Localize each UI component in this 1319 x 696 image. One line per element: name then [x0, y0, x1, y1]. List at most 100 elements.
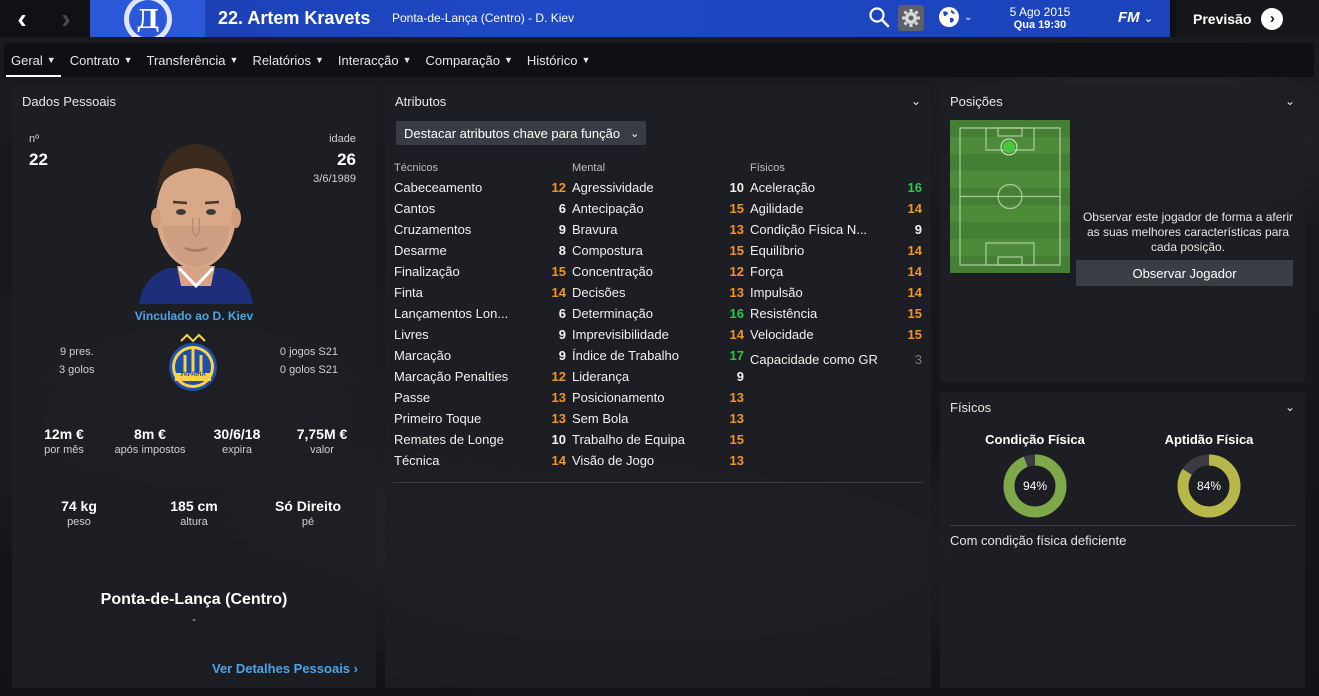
contract-expiry-stat: 30/6/18 expira — [192, 426, 282, 456]
search-icon[interactable] — [868, 6, 890, 31]
attribute-name: Condição Física N... — [750, 222, 868, 237]
chevron-down-icon: ⌄ — [1143, 13, 1154, 25]
stat-value: 7,75M € — [296, 426, 348, 442]
chevron-down-icon[interactable]: ⌄ — [1285, 400, 1295, 414]
attribute-name: Imprevisibilidade — [572, 327, 669, 342]
attribute-row[interactable]: Resistência 15 — [750, 303, 922, 324]
observe-text: Observar este jogador de forma a aferir … — [1082, 210, 1294, 254]
globe-menu[interactable]: ⌄ — [938, 6, 972, 28]
settings-gear-icon[interactable] — [898, 5, 924, 31]
attribute-row[interactable]: Sem Bola 13 — [572, 408, 744, 429]
attribute-row[interactable]: Livres 9 — [394, 324, 566, 345]
attributes-panel: Atributos ⌄ Destacar atributos chave par… — [385, 86, 931, 688]
attribute-value: 3 — [914, 352, 922, 367]
attribute-value: 9 — [558, 348, 566, 363]
preview-button[interactable]: Previsão › — [1176, 0, 1319, 37]
stat-value: 8m € — [134, 426, 166, 442]
attribute-row[interactable]: Impulsão 14 — [750, 282, 922, 303]
attribute-row[interactable]: Posicionamento 13 — [572, 387, 744, 408]
attribute-value: 12 — [551, 369, 566, 384]
fm-menu[interactable]: FM ⌄ — [1118, 9, 1153, 26]
tab-transferencia[interactable]: Transferência ▼ — [140, 43, 246, 77]
attribute-row[interactable]: Compostura 15 — [572, 240, 744, 261]
highlight-role-dropdown[interactable]: Destacar atributos chave para função ⌄ — [396, 121, 646, 145]
personal-details-link[interactable]: Ver Detalhes Pessoais › — [212, 661, 358, 676]
attribute-row[interactable]: Aceleração 16 — [750, 177, 922, 198]
tab-geral[interactable]: Geral ▼ — [4, 43, 63, 77]
observe-player-button[interactable]: Observar Jogador — [1076, 260, 1293, 286]
linked-club-link[interactable]: Vinculado ao D. Kiev — [12, 309, 376, 323]
attribute-row[interactable]: Técnica 14 — [394, 450, 566, 471]
attribute-row[interactable]: Decisões 13 — [572, 282, 744, 303]
positions-panel: Posições ⌄ Observar este jogador de form… — [940, 86, 1305, 382]
attribute-row[interactable]: Finta 14 — [394, 282, 566, 303]
attribute-row[interactable]: Remates de Longe 10 — [394, 429, 566, 450]
attribute-row[interactable]: Trabalho de Equipa 15 — [572, 429, 744, 450]
attribute-row[interactable]: Concentração 12 — [572, 261, 744, 282]
attribute-row[interactable]: Agressividade 10 — [572, 177, 744, 198]
attribute-value: 13 — [729, 453, 744, 468]
club-crest[interactable]: Д — [90, 0, 205, 37]
attribute-name: Velocidade — [750, 327, 814, 342]
tab-label: Transferência — [146, 52, 226, 68]
game-date[interactable]: 5 Ago 2015 Qua 19:30 — [990, 5, 1090, 31]
back-arrow-icon[interactable]: ‹ — [0, 0, 44, 37]
attribute-row[interactable]: Bravura 13 — [572, 219, 744, 240]
attribute-row[interactable]: Índice de Trabalho 17 — [572, 345, 744, 366]
attribute-row[interactable]: Liderança 9 — [572, 366, 744, 387]
attribute-row[interactable]: Cruzamentos 9 — [394, 219, 566, 240]
attribute-row[interactable]: Primeiro Toque 13 — [394, 408, 566, 429]
chevron-down-icon: ▼ — [314, 55, 324, 65]
attribute-name: Cruzamentos — [394, 222, 472, 237]
attribute-row[interactable]: Marcação Penalties 12 — [394, 366, 566, 387]
tab-comparacao[interactable]: Comparação ▼ — [419, 43, 520, 77]
attribute-row[interactable]: Lançamentos Lon... 6 — [394, 303, 566, 324]
attribute-row[interactable]: Força 14 — [750, 261, 922, 282]
attribute-row[interactable]: Condição Física N... 9 — [750, 219, 922, 240]
attribute-value: 12 — [729, 264, 744, 279]
attribute-value: 15 — [729, 201, 744, 216]
weight-stat: 74 kg peso — [34, 498, 124, 528]
attribute-row[interactable]: Cantos 6 — [394, 198, 566, 219]
attribute-row[interactable]: Agilidade 14 — [750, 198, 922, 219]
gauge-value: 84% — [1196, 479, 1222, 493]
player-subtitle: Ponta-de-Lança (Centro) - D. Kiev — [392, 11, 575, 25]
stat-label: após impostos — [114, 444, 186, 456]
attribute-value: 15 — [729, 243, 744, 258]
attribute-row[interactable]: Desarme 8 — [394, 240, 566, 261]
chevron-down-icon[interactable]: ⌄ — [911, 94, 921, 108]
attribute-row[interactable]: Imprevisibilidade 14 — [572, 324, 744, 345]
player-position: Ponta-de-Lança (Centro) — [100, 591, 288, 608]
attribute-value: 14 — [551, 453, 566, 468]
condition-gauge-block: Condição Física 94% — [965, 432, 1105, 519]
attribute-row[interactable]: Cabeceamento 12 — [394, 177, 566, 198]
chevron-down-icon: ⌄ — [630, 127, 640, 140]
attribute-row[interactable]: Antecipação 15 — [572, 198, 744, 219]
attribute-row[interactable]: Determinação 16 — [572, 303, 744, 324]
column-header: Mental — [572, 162, 606, 174]
attribute-value: 14 — [907, 243, 922, 258]
chevron-down-icon: ▼ — [229, 55, 239, 65]
attribute-row[interactable]: Visão de Jogo 13 — [572, 450, 744, 471]
chevron-down-icon[interactable]: ⌄ — [1285, 94, 1295, 108]
attribute-row[interactable]: Finalização 15 — [394, 261, 566, 282]
column-header: Físicos — [750, 162, 785, 174]
attribute-row[interactable]: Velocidade 15 — [750, 324, 922, 345]
chevron-down-icon: ⌄ — [964, 11, 973, 23]
attribute-name: Liderança — [572, 369, 630, 384]
attribute-row[interactable]: Marcação 9 — [394, 345, 566, 366]
attribute-row[interactable]: Passe 13 — [394, 387, 566, 408]
goalkeeper-rating-row[interactable]: Capacidade como GR 3 — [750, 349, 922, 370]
tab-historico[interactable]: Histórico ▼ — [520, 43, 598, 77]
attribute-row[interactable]: Equilíbrio 14 — [750, 240, 922, 261]
tab-relatorios[interactable]: Relatórios ▼ — [245, 43, 330, 77]
tab-contrato[interactable]: Contrato ▼ — [63, 43, 140, 77]
position-pitch — [950, 120, 1070, 273]
attribute-name: Antecipação — [572, 201, 644, 216]
stat-label: peso — [67, 516, 91, 528]
tab-interaccao[interactable]: Interacção ▼ — [331, 43, 419, 77]
player-title: 22. Artem Kravets — [218, 8, 371, 28]
national-team-crest[interactable]: УКРАЇНА — [167, 331, 219, 396]
forward-arrow-icon[interactable]: › — [44, 0, 88, 37]
attribute-name: Cabeceamento — [394, 180, 483, 195]
